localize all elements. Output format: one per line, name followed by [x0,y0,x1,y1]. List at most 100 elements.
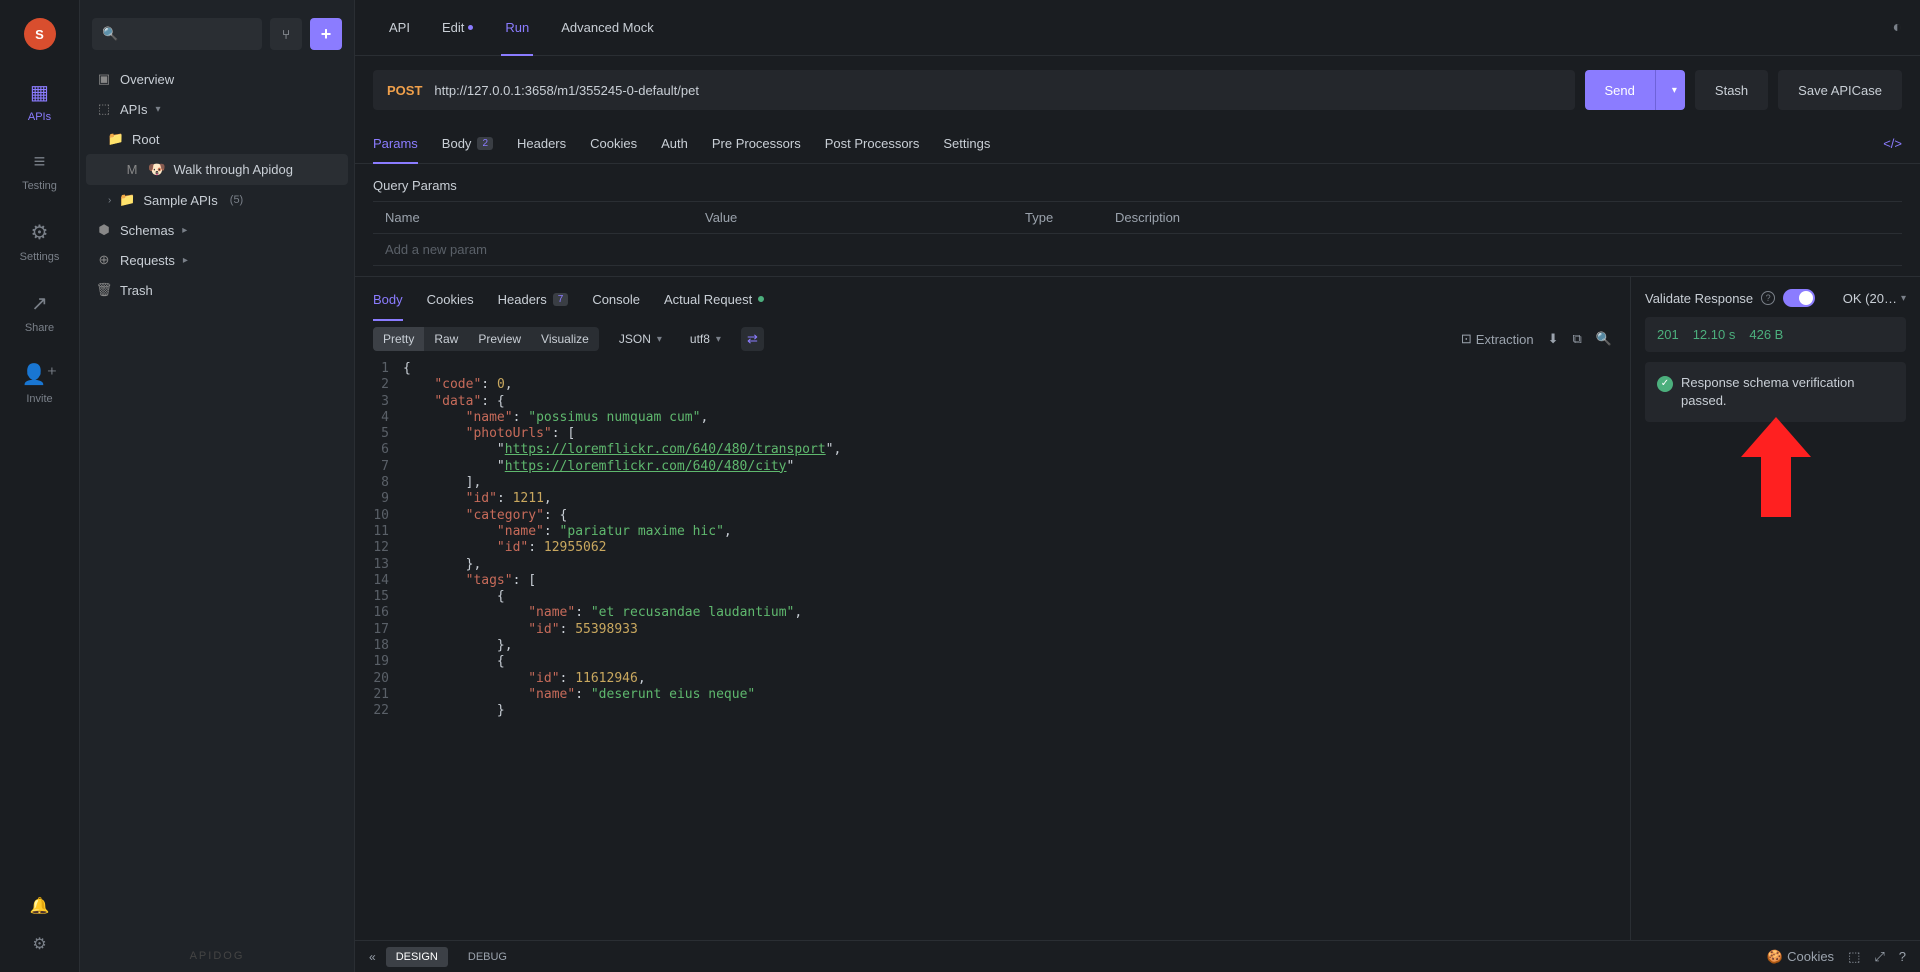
url-text: http://127.0.0.1:3658/m1/355245-0-defaul… [434,83,699,98]
extraction-button[interactable]: ⊡Extraction [1461,331,1534,347]
tab-run[interactable]: Run [489,0,545,56]
avatar[interactable]: S [24,18,56,50]
wrap-lines-icon[interactable]: ⇄ [741,327,764,351]
save-apicase-button[interactable]: Save APICase [1778,70,1902,110]
code-snippet-icon[interactable]: </> [1883,136,1902,151]
subtab-auth[interactable]: Auth [661,124,688,163]
filter-icon: ⑂ [282,27,290,42]
send-button[interactable]: Send [1585,70,1655,110]
rail-share[interactable]: ↗Share [25,291,54,334]
resp-tab-console[interactable]: Console [592,277,640,321]
rail-settings[interactable]: ⚙Settings [20,220,60,263]
mode-debug[interactable]: DEBUG [458,947,517,967]
view-visualize[interactable]: Visualize [531,327,599,351]
code-line: 12 "id": 12955062 [363,540,1630,556]
code-line: 1{ [363,361,1630,377]
resp-tab-actual-request[interactable]: Actual Request [664,277,764,321]
code-line: 22 } [363,703,1630,719]
overview-icon: ▣ [96,71,112,87]
code-line: 20 "id": 11612946, [363,671,1630,687]
send-dropdown[interactable]: ▾ [1655,70,1685,110]
sidebar-walkthrough[interactable]: M🐶Walk through Apidog [86,154,348,185]
collapse-icon[interactable]: « [369,950,376,964]
query-params-label: Query Params [355,164,1920,201]
tab-edit[interactable]: Edit [426,0,489,56]
format-select[interactable]: JSON▾ [611,327,670,351]
sidebar-root[interactable]: 📁Root [86,124,348,154]
top-tabs: API Edit Run Advanced Mock ◐ [355,0,1920,56]
col-name: Name [385,210,705,225]
query-params-table: Name Value Type Description Add a new pa… [373,201,1902,266]
help-icon[interactable]: ? [1761,291,1775,305]
bottom-help-icon[interactable]: ? [1899,949,1906,964]
chevron-right-icon: ▸ [182,225,187,236]
validate-label: Validate Response [1645,291,1753,306]
subtab-pre-processors[interactable]: Pre Processors [712,124,801,163]
environment-icon[interactable]: ◐ [1892,19,1902,37]
col-description: Description [1115,210,1180,225]
tab-api[interactable]: API [373,0,426,56]
save-response-icon[interactable]: ⬇ [1548,331,1559,347]
search-input[interactable]: 🔍 [92,18,262,50]
resp-tab-cookies[interactable]: Cookies [427,277,474,321]
sidebar-overview[interactable]: ▣Overview [86,64,348,94]
validate-toggle[interactable] [1783,289,1815,307]
annotation-arrow-icon [1741,417,1811,517]
subtab-cookies[interactable]: Cookies [590,124,637,163]
subtab-body[interactable]: Body2 [442,124,493,163]
chevron-down-icon: ▾ [1672,85,1677,96]
subtab-params[interactable]: Params [373,124,418,163]
cookie-icon: 🍪 [1767,949,1783,965]
rail-apis[interactable]: ▦APIs [28,80,51,123]
subtab-post-processors[interactable]: Post Processors [825,124,920,163]
subtab-headers[interactable]: Headers [517,124,566,163]
stat-time: 12.10 s [1693,327,1736,342]
copy-icon[interactable]: ⧉ [1573,331,1582,347]
subtab-settings[interactable]: Settings [943,124,990,163]
col-value: Value [705,210,1025,225]
add-button[interactable]: + [310,18,342,50]
url-input[interactable]: POST http://127.0.0.1:3658/m1/355245-0-d… [373,70,1575,110]
bottom-icon-1[interactable]: ⬚ [1848,949,1860,965]
code-line: 11 "name": "pariatur maxime hic", [363,524,1630,540]
folder-icon: 📁 [119,192,135,208]
stat-size: 426 B [1749,327,1783,342]
view-raw[interactable]: Raw [424,327,468,351]
resp-tab-body[interactable]: Body [373,277,403,321]
response-status-select[interactable]: OK (20…▾ [1843,291,1906,306]
chevron-down-icon: ▾ [657,334,662,345]
mode-design[interactable]: DESIGN [386,947,448,967]
sidebar-sample-apis[interactable]: ›📁Sample APIs(5) [86,185,348,215]
code-line: 13 }, [363,557,1630,573]
sidebar-requests[interactable]: ⊕Requests▸ [86,245,348,275]
verification-message: ✓ Response schema verification passed. [1645,362,1906,422]
rail-invite[interactable]: 👤⁺Invite [22,362,57,405]
cookies-button[interactable]: 🍪Cookies [1767,949,1834,965]
filter-button[interactable]: ⑂ [270,18,302,50]
sidebar-trash[interactable]: 🗑Trash [86,275,348,305]
bell-icon[interactable]: 🔔 [30,896,50,916]
tab-advanced-mock[interactable]: Advanced Mock [545,0,670,56]
search-response-icon[interactable]: 🔍 [1596,331,1612,347]
encoding-select[interactable]: utf8▾ [682,327,729,351]
resp-tab-headers[interactable]: Headers7 [498,277,569,321]
check-icon: ✓ [1657,376,1673,392]
stash-button[interactable]: Stash [1695,70,1768,110]
sidebar-schemas[interactable]: ⬢Schemas▸ [86,215,348,245]
testing-icon: ≡ [34,151,46,174]
trash-icon: 🗑 [96,282,112,298]
code-line: 21 "name": "deserunt eius neque" [363,687,1630,703]
code-line: 17 "id": 55398933 [363,622,1630,638]
response-body-editor[interactable]: 1{2 "code": 0,3 "data": {4 "name": "poss… [355,357,1630,940]
add-param-row[interactable]: Add a new param [373,234,1902,266]
headers-count-badge: 7 [553,293,569,306]
sidebar-apis[interactable]: ⬚APIs▾ [86,94,348,124]
method-label: POST [387,83,422,98]
bottom-icon-2[interactable]: ⤢ [1874,949,1884,965]
sidebar-footer-logo: APIDOG [80,940,354,972]
gear-icon[interactable]: ⚙ [32,934,46,954]
view-pretty[interactable]: Pretty [373,327,424,351]
rail-testing[interactable]: ≡Testing [22,151,57,192]
view-preview[interactable]: Preview [468,327,531,351]
code-line: 18 }, [363,638,1630,654]
